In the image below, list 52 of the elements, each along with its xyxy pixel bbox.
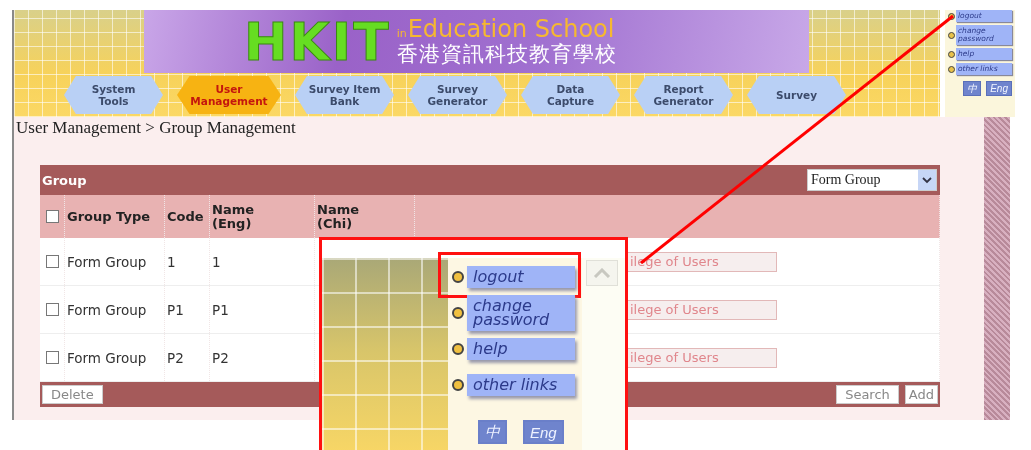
row-checkbox[interactable] [45, 351, 59, 364]
breadcrumb: User Management > Group Management [15, 117, 297, 139]
table-cell: 1 [212, 253, 221, 270]
table-cell: P2 [167, 349, 184, 366]
nav-tab[interactable]: Survey [747, 76, 846, 114]
logo-title: Education School [407, 17, 615, 43]
chevron-up-icon [593, 268, 611, 278]
table-title: Group [42, 172, 87, 188]
link-button[interactable]: change password [467, 295, 575, 331]
action-button[interactable]: Search [836, 385, 899, 404]
bullet-icon [948, 12, 955, 20]
table-cell: Form Group [67, 301, 147, 318]
bullet-icon [948, 50, 955, 58]
language-button[interactable]: Eng [523, 420, 564, 444]
select-all-checkbox[interactable] [45, 210, 59, 223]
nav-tab[interactable]: System Tools [64, 76, 163, 114]
link-button[interactable]: other links [467, 374, 575, 396]
link-button[interactable]: help [467, 338, 575, 360]
bullet-icon [948, 65, 955, 73]
nav-tab[interactable]: Survey Item Bank [295, 76, 394, 114]
column-header: Group Type [67, 209, 151, 224]
nav-tab[interactable]: User Management [177, 76, 281, 114]
logo-prefix: in [396, 27, 407, 41]
nav-tab[interactable]: Survey Generator [408, 76, 507, 114]
link-button[interactable]: logout [467, 266, 575, 288]
table-cell: Form Group [67, 253, 147, 270]
bullet-icon [948, 31, 955, 39]
logo-chinese-title: 香港資訊科技教育學校 [396, 42, 617, 66]
row-checkbox[interactable] [45, 303, 59, 316]
chevron-down-icon [918, 170, 936, 190]
logo-text: HKIT [244, 15, 391, 68]
table-cell: P1 [167, 301, 184, 318]
row-checkbox[interactable] [45, 255, 59, 268]
table-cell: Form Group [67, 349, 147, 366]
action-button[interactable]: Add [904, 385, 938, 404]
nav-tab[interactable]: Report Generator [634, 76, 733, 114]
table-cell: P2 [212, 349, 229, 366]
language-button[interactable]: Eng [986, 81, 1012, 96]
column-header: Code [167, 209, 204, 224]
column-header: Name (Chi) [317, 202, 360, 231]
bullet-icon [452, 307, 464, 319]
table-cell: 1 [167, 253, 176, 270]
nav-tab[interactable]: Data Capture [521, 76, 620, 114]
bullet-icon [452, 271, 464, 283]
language-button[interactable]: 中 [478, 420, 507, 444]
delete-button[interactable]: Delete [42, 385, 103, 404]
bullet-icon [452, 379, 464, 391]
table-cell: P1 [212, 301, 229, 318]
column-header: Name (Eng) [212, 202, 255, 231]
group-type-dropdown[interactable]: Form Group [807, 169, 937, 191]
bullet-icon [452, 343, 464, 355]
language-button[interactable]: 中 [963, 81, 982, 96]
